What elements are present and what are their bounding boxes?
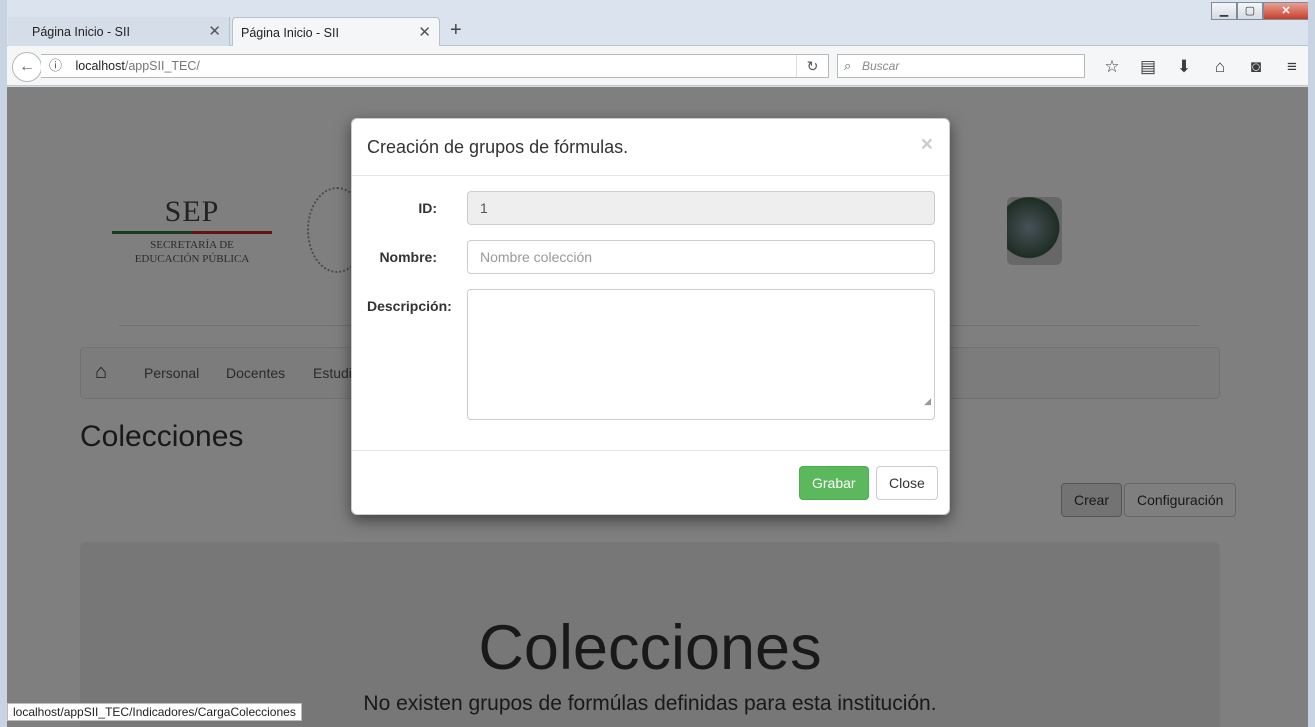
bookmark-star-icon[interactable]: ☆ [1094, 55, 1130, 79]
reading-list-icon[interactable]: ▤ [1130, 55, 1166, 79]
id-field[interactable]: 1 [467, 191, 935, 225]
status-bar-url: localhost/appSII_TEC/Indicadores/CargaCo… [7, 703, 302, 721]
window-border-right [1308, 0, 1315, 727]
tab-active[interactable]: Página Inicio - SII ✕ [232, 17, 440, 47]
tab-label: Página Inicio - SII [241, 26, 339, 40]
back-arrow-icon[interactable]: ← [12, 52, 42, 82]
browser-titlebar: Página Inicio - SII ✕ Página Inicio - SI… [0, 0, 1315, 47]
grabar-button[interactable]: Grabar [799, 466, 869, 500]
menu-hamburger-icon[interactable]: ≡ [1274, 55, 1310, 79]
descripcion-textarea[interactable]: ◢ [467, 289, 935, 420]
tab-inactive[interactable]: Página Inicio - SII ✕ [8, 17, 230, 47]
nombre-input[interactable]: Nombre colección [467, 240, 935, 274]
tab-label: Página Inicio - SII [32, 25, 130, 39]
window-controls: ▁ ▢ ✕ [1211, 2, 1309, 20]
id-label: ID: [418, 200, 437, 216]
search-icon: ⌕ [844, 58, 852, 73]
tab-close-icon[interactable]: ✕ [208, 17, 221, 47]
url-bar[interactable]: ⓘ localhost/appSII_TEC/ ↻ [41, 54, 829, 78]
minimize-icon[interactable]: ▁ [1211, 2, 1237, 20]
info-icon[interactable]: ⓘ [49, 58, 62, 73]
window-border-left [0, 0, 7, 727]
browser-toolbar: ☆ ▤ ⬇ ⌂ ◙ ≡ [1094, 55, 1310, 79]
modal-header: Creación de grupos de fórmulas. × [352, 119, 949, 176]
maximize-icon[interactable]: ▢ [1237, 2, 1263, 20]
browser-navbar: ← ⓘ localhost/appSII_TEC/ ↻ ⌕ Buscar ☆ ▤… [7, 46, 1308, 86]
page-content: SEP SECRETARÍA DE EDUCACIÓN PÚBLICA ⌂ Pe… [7, 87, 1308, 727]
modal-title: Creación de grupos de fórmulas. [367, 137, 629, 157]
download-icon[interactable]: ⬇ [1166, 55, 1202, 79]
close-button[interactable]: Close [876, 466, 938, 500]
create-group-modal: Creación de grupos de fórmulas. × ID: 1 … [351, 118, 950, 515]
reload-icon[interactable]: ↻ [796, 55, 828, 77]
tab-close-icon[interactable]: ✕ [418, 18, 431, 48]
resize-grip-icon[interactable]: ◢ [924, 385, 931, 417]
modal-footer: Grabar Close [352, 450, 949, 515]
url-host: localhost [75, 59, 125, 73]
window-close-icon[interactable]: ✕ [1263, 2, 1309, 20]
search-placeholder: Buscar [862, 59, 900, 73]
nombre-label: Nombre: [379, 249, 437, 265]
descripcion-label: Descripción: [367, 298, 452, 314]
search-input[interactable]: ⌕ Buscar [837, 54, 1085, 78]
pocket-icon[interactable]: ◙ [1238, 55, 1274, 79]
new-tab-icon[interactable]: + [450, 19, 462, 42]
home-icon[interactable]: ⌂ [1202, 55, 1238, 79]
modal-close-icon[interactable]: × [921, 133, 933, 157]
url-path: /appSII_TEC/ [124, 59, 200, 73]
